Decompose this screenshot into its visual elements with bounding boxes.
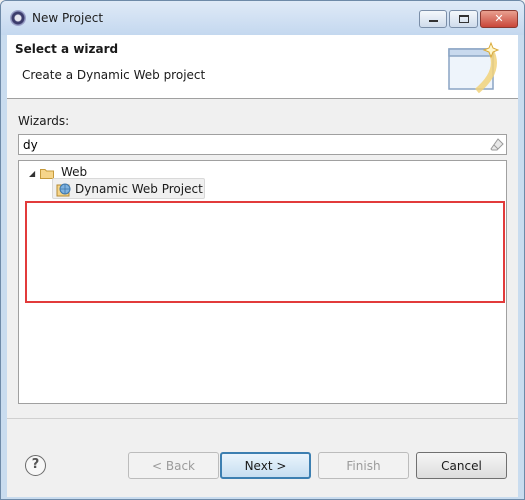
eraser-icon[interactable] xyxy=(490,138,504,151)
back-button[interactable]: < Back xyxy=(128,452,219,479)
dialog-body: Select a wizard Create a Dynamic Web pro… xyxy=(7,35,518,497)
minimize-button[interactable] xyxy=(419,10,447,28)
expand-arrow-icon[interactable]: ◢ xyxy=(29,169,35,178)
highlight-annotation-box xyxy=(25,201,505,303)
help-button[interactable]: ? xyxy=(25,455,46,476)
dynamic-web-project-icon xyxy=(56,183,71,197)
wizard-banner: Select a wizard Create a Dynamic Web pro… xyxy=(7,35,518,99)
banner-description: Create a Dynamic Web project xyxy=(22,68,206,82)
eclipse-app-icon xyxy=(10,10,26,26)
finish-button[interactable]: Finish xyxy=(318,452,409,479)
new-wizard-banner-graphic-icon xyxy=(448,41,500,94)
close-button[interactable]: ✕ xyxy=(480,10,518,28)
tree-category-label: Web xyxy=(61,165,88,179)
banner-title: Select a wizard xyxy=(15,42,119,56)
window-title: New Project xyxy=(32,11,104,25)
tree-item-dynamic-web-project[interactable]: Dynamic Web Project xyxy=(52,178,205,199)
wizards-label: Wizards: xyxy=(18,114,70,128)
title-bar[interactable]: New Project ✕ xyxy=(1,1,524,35)
tree-item-label: Dynamic Web Project xyxy=(75,182,203,196)
wizard-filter-input[interactable] xyxy=(18,134,507,155)
new-project-dialog: New Project ✕ Select a wizard Create a D… xyxy=(0,0,525,500)
cancel-button[interactable]: Cancel xyxy=(416,452,507,479)
next-button[interactable]: Next > xyxy=(220,452,311,479)
maximize-button[interactable] xyxy=(449,10,478,28)
close-icon: ✕ xyxy=(494,12,504,25)
button-bar-separator xyxy=(7,418,518,419)
maximize-icon xyxy=(458,15,469,23)
minimize-icon xyxy=(428,20,438,22)
wizard-tree[interactable]: ◢ Web Dynamic Web Project xyxy=(18,160,507,404)
